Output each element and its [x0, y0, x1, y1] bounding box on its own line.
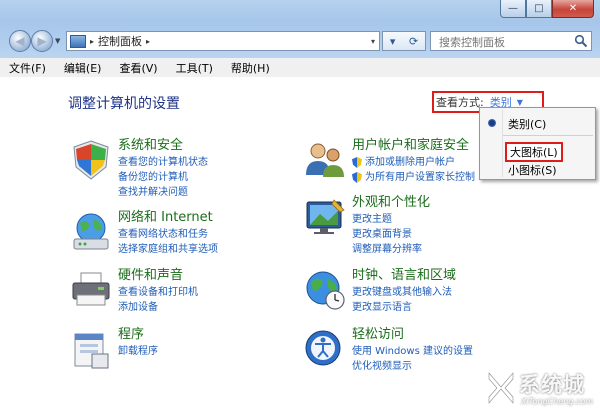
category-link[interactable]: 使用 Windows 建议的设置	[352, 344, 473, 359]
network-icon[interactable]	[68, 209, 114, 255]
category-link[interactable]: 查看设备和打印机	[118, 285, 198, 300]
navigation-toolbar: ◀ ▶ ▼ ▸ 控制面板 ▸ ▾ ▾ ⟳	[0, 24, 600, 56]
category-link[interactable]: 添加或删除用户帐户	[352, 155, 475, 170]
category-title[interactable]: 外观和个性化	[352, 194, 430, 211]
refresh-icon[interactable]: ⟳	[409, 35, 418, 48]
back-arrow-icon: ◀	[15, 34, 25, 48]
menu-tools[interactable]: 工具(T)	[167, 60, 222, 76]
category-title[interactable]: 时钟、语言和区域	[352, 267, 456, 284]
uac-shield-icon	[352, 157, 362, 168]
system-security-icon[interactable]	[68, 137, 114, 183]
category-system-security: 系统和安全 查看您的计算机状态 备份您的计算机 查找并解决问题	[68, 137, 208, 200]
close-button[interactable]: ✕	[552, 0, 594, 18]
category-link[interactable]: 更改主题	[352, 212, 430, 227]
refresh-controls: ▾ ⟳	[382, 31, 426, 51]
category-link[interactable]: 调整屏幕分辨率	[352, 242, 430, 257]
maximize-button[interactable]: □	[526, 0, 552, 18]
category-title[interactable]: 轻松访问	[352, 326, 473, 343]
window-controls: — □ ✕	[500, 0, 594, 20]
history-dropdown-icon[interactable]: ▾	[390, 35, 396, 48]
view-by-label: 查看方式:	[436, 96, 484, 109]
forward-button[interactable]: ▶	[31, 30, 53, 52]
category-link[interactable]: 备份您的计算机	[118, 170, 208, 185]
breadcrumb-separator-icon[interactable]: ▸	[90, 37, 94, 46]
category-link[interactable]: 添加设备	[118, 300, 198, 315]
back-button[interactable]: ◀	[9, 30, 31, 52]
category-user-accounts: 用户帐户和家庭安全 添加或删除用户帐户 为所有用户设置家长控制	[302, 137, 475, 185]
watermark: 系统城 XiTongCheng.com	[483, 365, 595, 411]
menu-view[interactable]: 查看(V)	[110, 60, 166, 76]
category-link[interactable]: 查找并解决问题	[118, 185, 208, 200]
category-link[interactable]: 卸载程序	[118, 344, 158, 359]
address-dropdown-icon[interactable]: ▾	[371, 37, 375, 46]
programs-icon[interactable]	[68, 326, 114, 372]
page-title: 调整计算机的设置	[68, 96, 180, 112]
control-panel-icon	[70, 34, 86, 48]
category-title[interactable]: 网络和 Internet	[118, 209, 218, 226]
hardware-printer-icon[interactable]	[68, 267, 114, 313]
ease-of-access-icon[interactable]	[302, 326, 348, 372]
globe-clock-icon[interactable]	[302, 267, 348, 313]
appearance-icon[interactable]	[302, 194, 348, 240]
watermark-subtitle: XiTongCheng.com	[521, 397, 593, 406]
menu-option-large-icons[interactable]: 大图标(L)	[505, 142, 563, 162]
category-link[interactable]: 更改键盘或其他输入法	[352, 285, 456, 300]
view-by-dropdown-icon[interactable]: ▼	[517, 98, 523, 107]
category-network: 网络和 Internet 查看网络状态和任务 选择家庭组和共享选项	[68, 209, 218, 257]
category-hardware-sound: 硬件和声音 查看设备和打印机 添加设备	[68, 267, 198, 315]
menu-divider	[502, 110, 503, 177]
category-link[interactable]: 为所有用户设置家长控制	[352, 170, 475, 185]
view-by-popup-menu: 类别(C) 大图标(L) 小图标(S)	[479, 107, 596, 180]
address-bar[interactable]: ▸ 控制面板 ▸ ▾	[66, 31, 380, 51]
category-title[interactable]: 用户帐户和家庭安全	[352, 137, 475, 154]
category-title[interactable]: 硬件和声音	[118, 267, 198, 284]
close-icon: ✕	[568, 3, 578, 14]
minimize-icon: —	[508, 3, 518, 14]
menu-separator	[503, 135, 593, 136]
category-link[interactable]: 查看您的计算机状态	[118, 155, 208, 170]
menu-option-small-icons[interactable]: 小图标(S)	[508, 162, 557, 178]
menu-option-category[interactable]: 类别(C)	[508, 116, 546, 132]
category-link[interactable]: 优化视频显示	[352, 359, 473, 374]
category-title[interactable]: 程序	[118, 326, 158, 343]
breadcrumb-control-panel[interactable]: 控制面板	[98, 33, 142, 49]
category-appearance: 外观和个性化 更改主题 更改桌面背景 调整屏幕分辨率	[302, 194, 430, 257]
watermark-logo-icon	[488, 372, 514, 404]
recent-pages-dropdown[interactable]: ▼	[55, 37, 60, 45]
menu-file[interactable]: 文件(F)	[0, 60, 55, 76]
search-box[interactable]	[430, 31, 592, 51]
category-link[interactable]: 查看网络状态和任务	[118, 227, 218, 242]
category-title[interactable]: 系统和安全	[118, 137, 208, 154]
menu-edit[interactable]: 编辑(E)	[55, 60, 111, 76]
breadcrumb-chevron-icon[interactable]: ▸	[146, 37, 150, 46]
window-frame: — □ ✕ ◀ ▶ ▼ ▸ 控制面板 ▸ ▾ ▾ ⟳ 文件(F) 编辑(E)	[0, 0, 600, 415]
minimize-button[interactable]: —	[500, 0, 526, 18]
uac-shield-icon	[352, 172, 362, 183]
category-clock-language: 时钟、语言和区域 更改键盘或其他输入法 更改显示语言	[302, 267, 456, 315]
category-programs: 程序 卸载程序	[68, 326, 158, 372]
category-link[interactable]: 选择家庭组和共享选项	[118, 242, 218, 257]
menu-bar: 文件(F) 编辑(E) 查看(V) 工具(T) 帮助(H)	[0, 58, 600, 78]
category-link[interactable]: 更改显示语言	[352, 300, 456, 315]
watermark-title: 系统城	[519, 373, 585, 397]
maximize-icon: □	[534, 3, 544, 14]
category-ease-of-access: 轻松访问 使用 Windows 建议的设置 优化视频显示	[302, 326, 473, 374]
user-accounts-icon[interactable]	[302, 137, 348, 183]
category-link[interactable]: 更改桌面背景	[352, 227, 430, 242]
forward-arrow-icon: ▶	[37, 34, 47, 48]
search-icon[interactable]	[574, 34, 588, 48]
menu-help[interactable]: 帮助(H)	[222, 60, 279, 76]
selected-radio-icon	[488, 119, 496, 127]
search-input[interactable]	[437, 33, 571, 51]
